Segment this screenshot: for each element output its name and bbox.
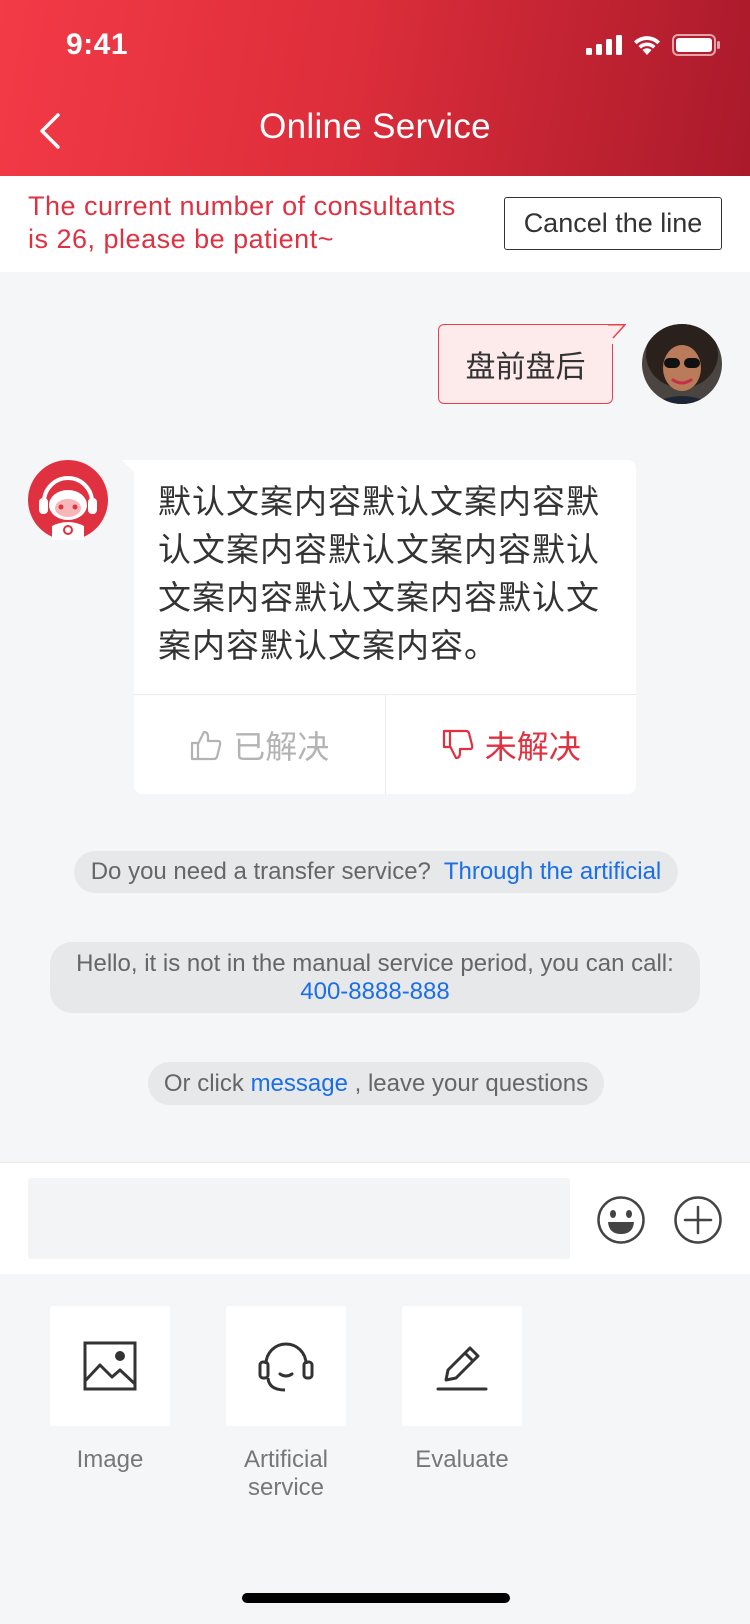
- thumbs-down-icon: [442, 729, 474, 759]
- more-options-button[interactable]: [673, 1195, 723, 1245]
- tool-artificial-service[interactable]: Artificial service: [226, 1306, 346, 1502]
- robot-icon: [28, 460, 108, 540]
- plus-circle-icon: [674, 1196, 722, 1244]
- unresolved-label: 未解决: [484, 728, 581, 765]
- wifi-icon: [634, 36, 660, 55]
- transfer-service-notice: Do you need a transfer service? Through …: [74, 851, 678, 893]
- input-bar: [0, 1162, 750, 1274]
- page-title: Online Service: [259, 107, 491, 146]
- battery-icon: [672, 34, 720, 56]
- home-indicator: [242, 1593, 510, 1603]
- tool-evaluate-label: Evaluate: [415, 1446, 509, 1473]
- pen-icon: [436, 1346, 488, 1391]
- bot-message-text: 默认文案内容默认文案内容默认文案内容默认文案内容默认文案内容默认文案内容默认文案…: [158, 483, 600, 664]
- tool-artificial-box[interactable]: [226, 1306, 346, 1426]
- bubble-tail: [608, 324, 626, 344]
- signal-icon: [586, 35, 622, 55]
- unresolved-button[interactable]: 未解决: [386, 695, 637, 794]
- status-icons: [586, 34, 720, 56]
- transfer-link[interactable]: Through the artificial: [444, 858, 661, 885]
- queue-notice-text: The current number of consultants is 26,…: [28, 191, 456, 254]
- feedback-actions: 已解决 未解决: [134, 694, 636, 794]
- bot-message-card: 默认文案内容默认文案内容默认文案内容默认文案内容默认文案内容默认文案内容默认文案…: [134, 460, 636, 794]
- image-icon: [83, 1341, 137, 1391]
- cancel-line-button[interactable]: Cancel the line: [504, 197, 722, 250]
- smiley-icon: [597, 1196, 645, 1244]
- emoji-button[interactable]: [596, 1195, 646, 1245]
- off-hours-notice: Hello, it is not in the manual service p…: [50, 942, 700, 1013]
- off-hours-text: Hello, it is not in the manual service p…: [76, 950, 674, 977]
- user-avatar[interactable]: [642, 324, 722, 404]
- leave-suffix: , leave your questions: [354, 1070, 589, 1097]
- header: 9:41 Online Service: [0, 0, 750, 176]
- leave-prefix: Or click: [163, 1070, 244, 1097]
- bot-avatar: [28, 460, 108, 540]
- message-input[interactable]: [28, 1178, 570, 1259]
- headset-icon: [258, 1342, 314, 1392]
- leave-message-notice: Or click message , leave your questions: [148, 1062, 604, 1105]
- tool-evaluate-box[interactable]: [402, 1306, 522, 1426]
- user-message-bubble: 盘前盘后: [438, 324, 613, 404]
- tool-image[interactable]: Image: [50, 1306, 170, 1474]
- tool-image-label: Image: [76, 1446, 144, 1473]
- message-link[interactable]: message: [251, 1070, 348, 1097]
- phone-link[interactable]: 400-8888-888: [50, 978, 700, 1006]
- transfer-question: Do you need a transfer service?: [90, 858, 431, 885]
- resolved-button[interactable]: 已解决: [134, 695, 386, 794]
- tool-artificial-label: Artificial service: [243, 1446, 328, 1501]
- tool-image-box[interactable]: [50, 1306, 170, 1426]
- status-time: 9:41: [66, 28, 129, 61]
- thumbs-up-icon: [191, 730, 222, 760]
- user-avatar-image: [642, 324, 722, 404]
- resolved-label: 已解决: [233, 728, 330, 765]
- queue-notice-bar: The current number of consultants is 26,…: [0, 176, 750, 272]
- tool-evaluate[interactable]: Evaluate: [402, 1306, 522, 1474]
